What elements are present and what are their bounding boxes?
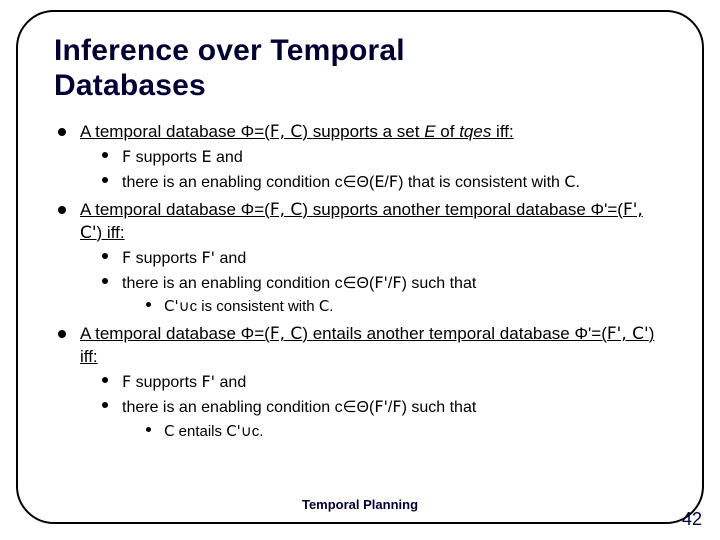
bullet-1-sub-1: F supports E and — [100, 146, 666, 169]
t: C — [319, 297, 329, 315]
t: F' — [374, 397, 388, 416]
t: . — [576, 174, 580, 191]
t: C' — [164, 297, 179, 315]
t: temporal database — [95, 324, 236, 343]
t: there is an enabling condition c∈Θ( — [122, 399, 374, 416]
t: and — [212, 149, 243, 166]
page-number: 42 — [682, 509, 702, 530]
bullet-2-sub: F supports F' and there is an enabling c… — [100, 247, 666, 317]
t: ) — [302, 122, 312, 141]
slide-title: Inference over Temporal Databases — [54, 34, 666, 103]
bullet-3-sub: F supports F' and there is an enabling c… — [100, 371, 666, 441]
t: supports — [313, 122, 378, 141]
title-line-2: Databases — [54, 69, 206, 102]
t: ∪c. — [241, 423, 264, 440]
t: supports — [131, 374, 201, 391]
bullet-list: A temporal database Φ=(F, C) supports a … — [54, 121, 666, 442]
t: A — [80, 200, 95, 219]
t: supports — [131, 250, 201, 267]
t: F, C — [270, 122, 302, 142]
t: of — [436, 122, 460, 141]
t: F — [122, 147, 131, 166]
t: ) such that — [402, 399, 477, 416]
t: F — [392, 273, 401, 292]
t: iff: — [491, 122, 513, 141]
t: F' — [374, 273, 388, 292]
t: F — [122, 248, 131, 267]
t: temporal database — [95, 122, 236, 141]
t: Φ=( — [236, 122, 270, 141]
t: E — [374, 172, 384, 191]
t: entails — [313, 324, 362, 343]
t: . — [329, 298, 333, 315]
t: E — [201, 147, 211, 166]
t: entails — [174, 423, 226, 440]
title-line-1: Inference over Temporal — [54, 34, 405, 67]
t: F, C — [270, 324, 302, 344]
t: temporal database — [95, 200, 236, 219]
t: E — [424, 122, 435, 141]
bullet-2: A temporal database Φ=(F, C) supports an… — [54, 199, 666, 317]
bullet-3-text: A temporal database Φ=(F, C) entails ano… — [80, 324, 654, 366]
t: there is an enabling condition c∈Θ( — [122, 174, 374, 191]
t: C — [164, 422, 174, 440]
bullet-1: A temporal database Φ=(F, C) supports a … — [54, 121, 666, 193]
bullet-2-sub-2: there is an enabling condition c∈Θ(F'/F)… — [100, 272, 666, 318]
t: ) — [302, 200, 312, 219]
bullet-3-sub-1: F supports F' and — [100, 371, 666, 394]
slide-frame: Inference over Temporal Databases A temp… — [16, 10, 704, 524]
t: ) that is consistent with — [398, 174, 564, 191]
t: ∪c is consistent with — [179, 298, 319, 315]
slide: Inference over Temporal Databases A temp… — [0, 0, 720, 540]
t: F — [392, 397, 401, 416]
t: A — [80, 122, 95, 141]
bullet-1-text: A temporal database Φ=(F, C) supports a … — [80, 122, 514, 141]
t: ) — [302, 324, 312, 343]
bullet-1-sub-2: there is an enabling condition c∈Θ(E/F) … — [100, 171, 666, 194]
t: F' — [201, 372, 215, 391]
bullet-3-subsub-1: C entails C'∪c. — [144, 421, 666, 442]
t: tqes — [459, 122, 491, 141]
t: ) iff: — [97, 223, 125, 242]
t: supports — [313, 200, 378, 219]
bullet-2-subsub: C'∪c is consistent with C. — [144, 296, 666, 317]
t: and — [215, 374, 246, 391]
t: F — [122, 372, 131, 391]
bullet-3: A temporal database Φ=(F, C) entails ano… — [54, 323, 666, 441]
t: F, C — [270, 200, 302, 220]
t: C' — [226, 422, 241, 440]
t: another temporal database Φ'=( — [362, 324, 607, 343]
t: supports — [131, 149, 201, 166]
t: A — [80, 324, 95, 343]
t: Φ=( — [236, 200, 270, 219]
bullet-2-sub-1: F supports F' and — [100, 247, 666, 270]
t: F' — [201, 248, 215, 267]
t: ) such that — [402, 275, 477, 292]
bullet-1-sub: F supports E and there is an enabling co… — [100, 146, 666, 193]
bullet-3-sub-2: there is an enabling condition c∈Θ(F'/F)… — [100, 396, 666, 442]
t: another temporal database Φ'=( — [378, 200, 623, 219]
bullet-2-subsub-1: C'∪c is consistent with C. — [144, 296, 666, 317]
t: F', C' — [607, 324, 649, 344]
t: C — [564, 172, 575, 191]
footer-center: Temporal Planning — [18, 497, 702, 512]
t: F — [389, 172, 398, 191]
t: a set — [378, 122, 424, 141]
t: Φ=( — [236, 324, 270, 343]
bullet-3-subsub: C entails C'∪c. — [144, 421, 666, 442]
t: there is an enabling condition c∈Θ( — [122, 275, 374, 292]
bullet-2-text: A temporal database Φ=(F, C) supports an… — [80, 200, 643, 242]
t: and — [215, 250, 246, 267]
